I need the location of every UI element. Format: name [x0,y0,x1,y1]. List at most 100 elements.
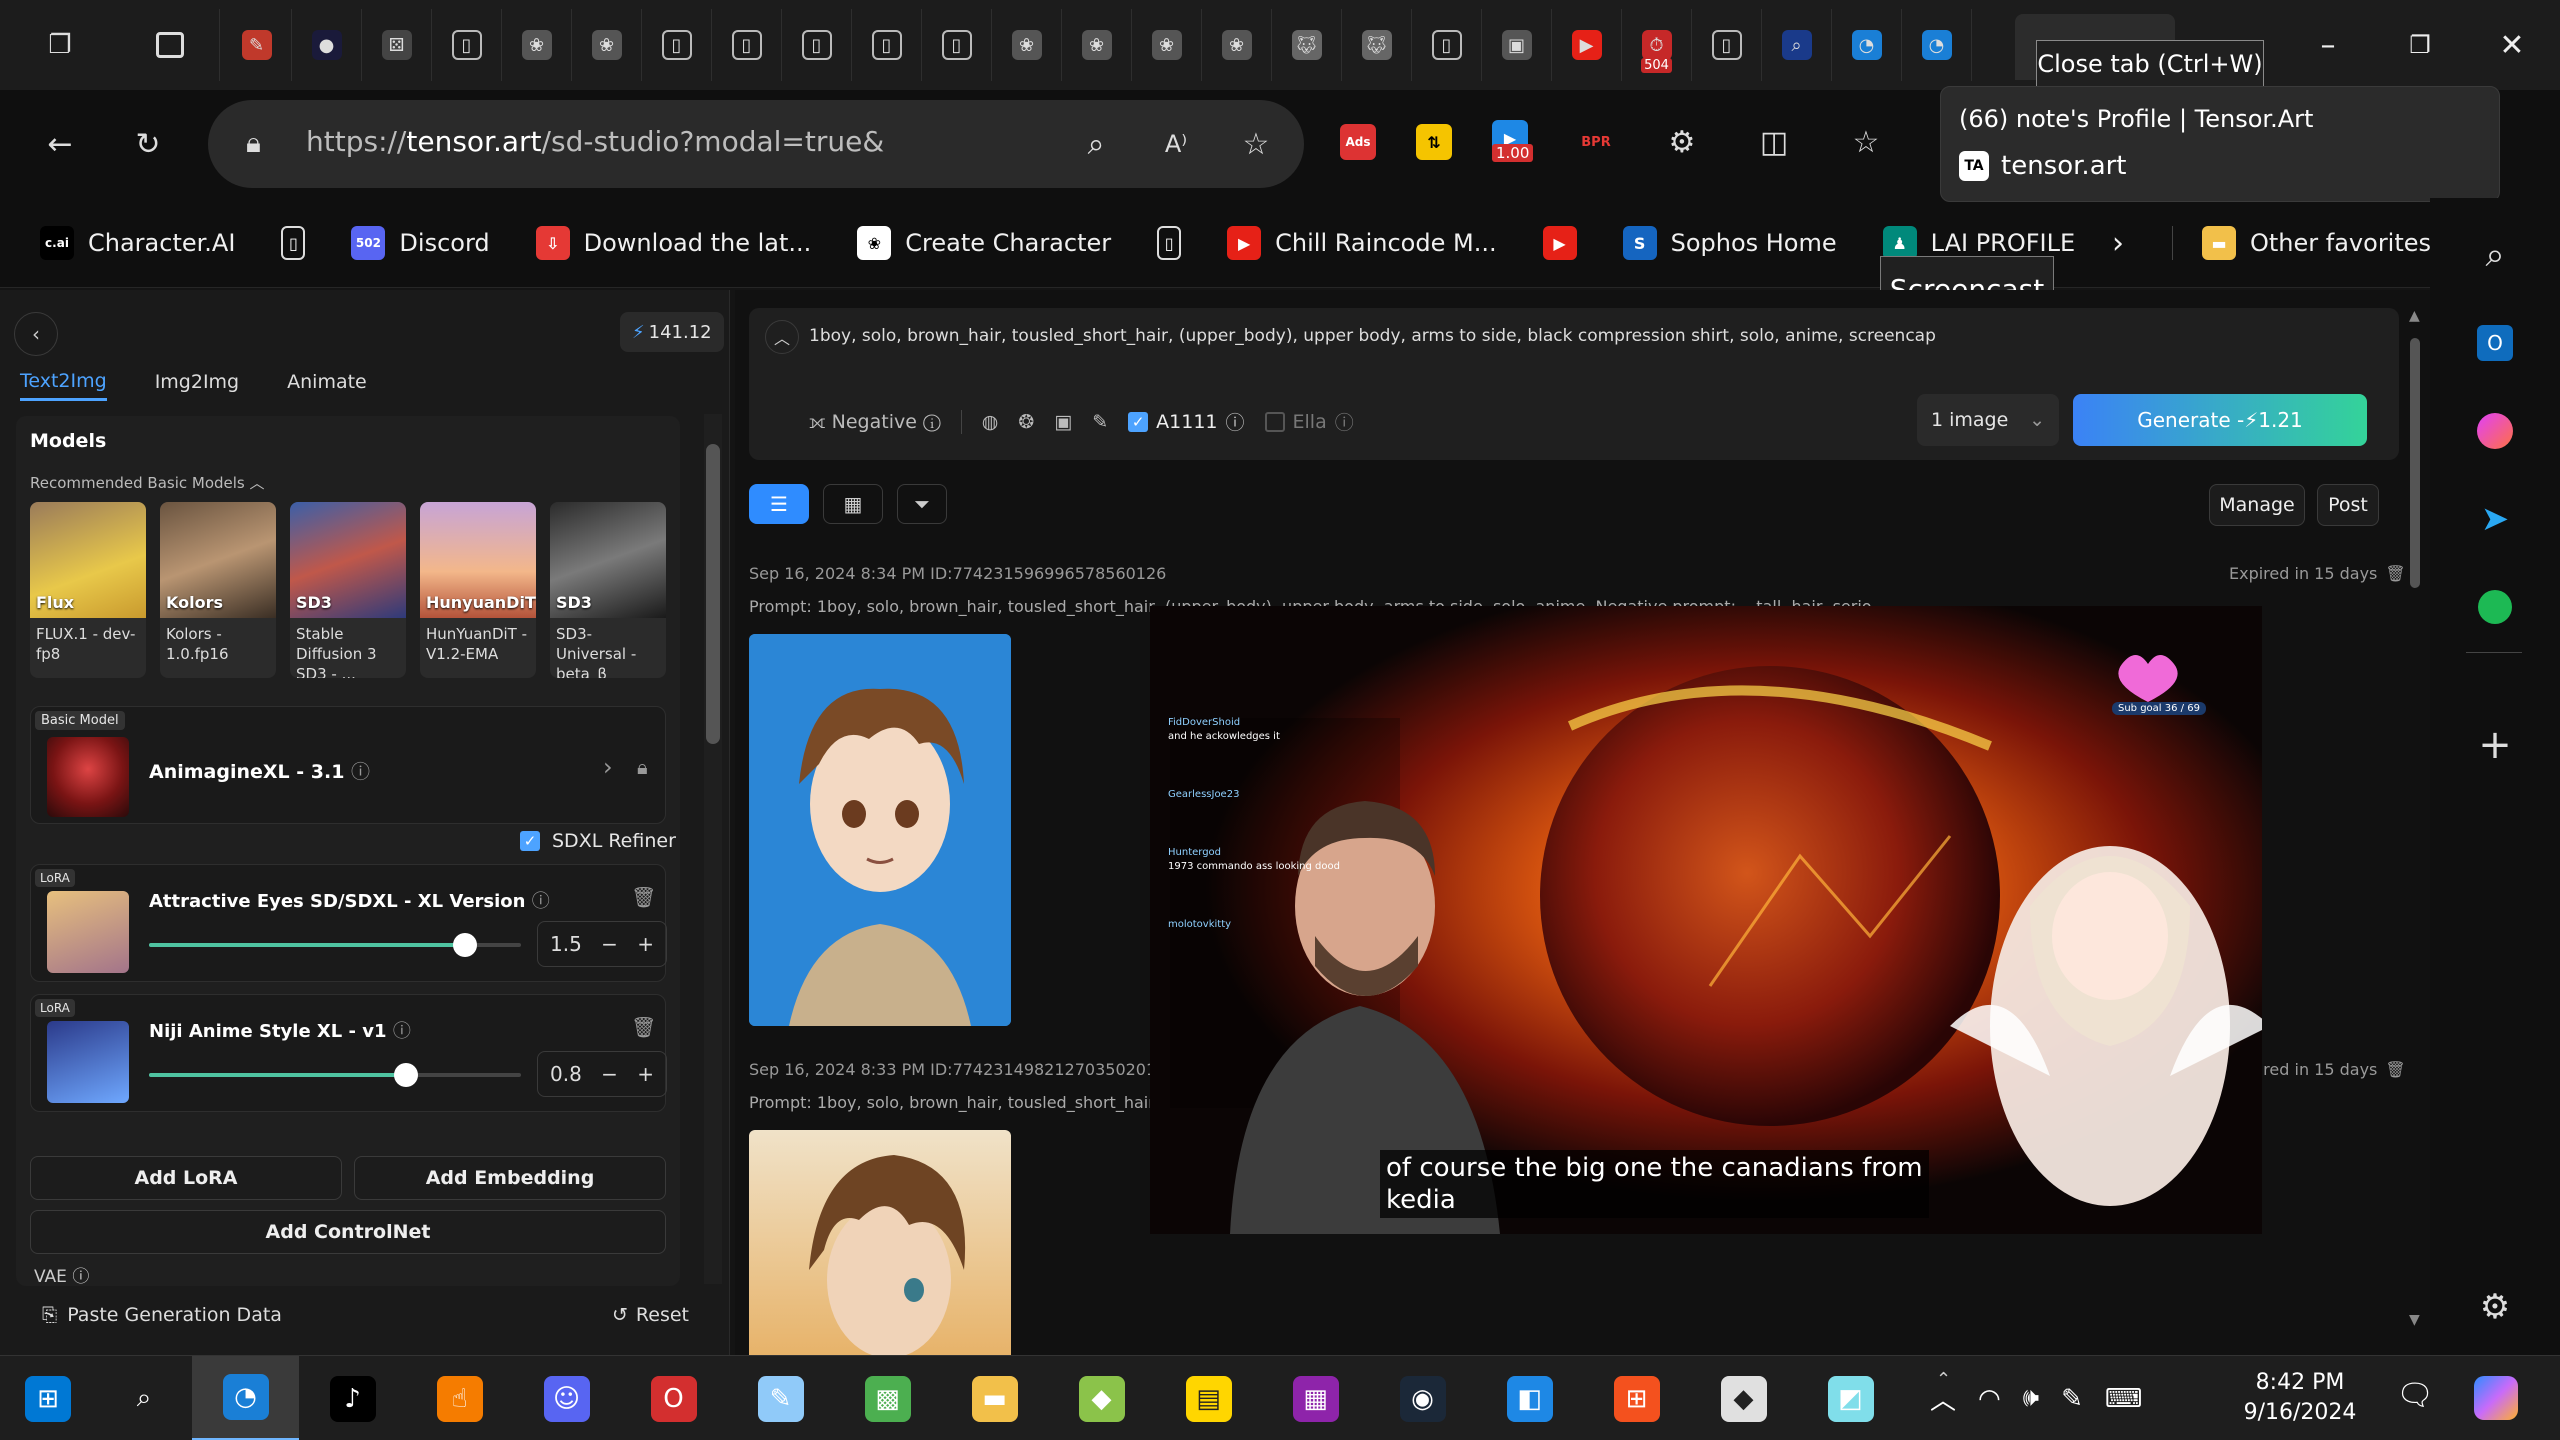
tab-edge-icon[interactable]: ◔ [1832,9,1902,81]
filter-icon[interactable]: ⏷ [897,484,947,524]
taskbar-app[interactable]: ✎ [727,1356,834,1440]
taskbar-app[interactable]: ▦ [1262,1356,1369,1440]
minus-icon[interactable]: − [601,1062,618,1086]
favorite-item[interactable]: ▶ Chill Raincode M... [1227,198,1497,288]
copilot-designer-icon[interactable] [2430,388,2560,474]
a1111-checkbox[interactable]: ✓ A1111 ⓘ [1128,408,1245,435]
zoom-icon[interactable]: ⌕ [1070,118,1122,170]
tab-dice-icon[interactable]: ⚄ [362,9,432,81]
favorite-star-icon[interactable]: ☆ [1230,118,1282,170]
stepper-value[interactable]: 0.8 [550,1062,582,1086]
outlook-icon[interactable]: O [2430,300,2560,386]
recommended-models-toggle[interactable]: Recommended Basic Models ︿ [30,472,265,493]
lora-weight-slider[interactable] [149,933,521,957]
lock-icon[interactable]: 🔒︎ [637,755,648,779]
plus-icon[interactable]: + [637,1062,654,1086]
tab-doc-icon[interactable]: ▯ [642,9,712,81]
minimize-button[interactable]: – [2282,0,2374,90]
taskbar-app[interactable]: ◧ [1476,1356,1583,1440]
chevron-right-icon[interactable]: › [603,753,613,781]
favorite-item[interactable]: ▶ [1542,198,1577,288]
favorite-item[interactable]: ❀ Create Character [857,198,1111,288]
tab-openai-icon[interactable]: ❀ [572,9,642,81]
taskbar-app[interactable]: ☝ [406,1356,513,1440]
trash-icon[interactable]: 🗑︎ [2385,1060,2405,1079]
tab-animate[interactable]: Animate [287,371,367,399]
paste-generation-data-button[interactable]: ⎘ Paste Generation Data [42,1304,282,1326]
prompt-text[interactable]: 1boy, solo, brown_hair, tousled_short_ha… [809,326,2369,346]
prompt-box[interactable]: ︿ 1boy, solo, brown_hair, tousled_short_… [749,308,2399,460]
notification-icon[interactable]: 🗨︎ [2396,1378,2434,1413]
info-icon[interactable]: ⓘ [393,1021,411,1042]
content-scrollbar[interactable]: ▲ ▼ [2405,308,2425,1338]
generated-image[interactable] [749,634,1011,1026]
minus-icon[interactable]: − [601,932,618,956]
collapse-panel-button[interactable]: ‹ [14,312,58,356]
tab-openai-icon[interactable]: ❀ [1132,9,1202,81]
address-bar[interactable]: 🔒︎ https://tensor.art/sd-studio?modal=tr… [208,100,1304,188]
tab-search-icon[interactable]: ⌕ [1762,9,1832,81]
pen-icon[interactable]: ✎ [2061,1384,2083,1414]
tab-text2img[interactable]: Text2Img [20,370,107,401]
back-icon[interactable]: ← [34,118,86,170]
taskbar-app[interactable]: ▤ [1155,1356,1262,1440]
sdxl-refiner-checkbox[interactable]: ✓ SDXL Refiner [520,830,676,852]
tab-doc-icon[interactable]: ▯ [922,9,992,81]
ella-checkbox[interactable]: Ella ⓘ [1264,408,1354,435]
favorite-item[interactable]: c.ai Character.AI [40,198,235,288]
image-count-select[interactable]: 1 image ⌄ [1917,394,2059,446]
taskbar-app[interactable]: ◩ [1797,1356,1904,1440]
model-card[interactable]: SD3 SD3-Universal - beta_β [550,502,666,678]
tab-doc-icon[interactable]: ▯ [1412,9,1482,81]
basic-model-selector[interactable]: Basic Model AnimagineXL - 3.1 ⓘ › 🔒︎ [30,706,666,824]
copilot-icon[interactable] [2474,1376,2518,1420]
tab-openai-icon[interactable]: ❀ [992,9,1062,81]
info-icon[interactable]: ⓘ [532,891,550,912]
taskbar-clock[interactable]: 8:42 PM 9/16/2024 [2240,1368,2360,1428]
globe-icon[interactable]: ◍ [982,411,999,433]
tab-wolf-icon[interactable]: 🐺︎ [1272,9,1342,81]
taskbar-scroll-icon[interactable]: ⌃ [1936,1364,1951,1396]
workspaces-icon[interactable]: ❐ [0,9,120,81]
favorite-item[interactable]: ▯ [281,198,306,288]
grid-view-icon[interactable]: ▦ [823,484,883,524]
generated-image[interactable] [749,1130,1011,1355]
taskbar-app[interactable]: ⌕ [96,1356,192,1440]
tab-openai-icon[interactable]: ❀ [1202,9,1272,81]
bpr-extension-icon[interactable]: BPR [1576,125,1616,159]
tab-openai-icon[interactable]: ❀ [1062,9,1132,81]
manage-button[interactable]: Manage [2209,484,2305,526]
image-icon[interactable]: ▣ [1054,411,1072,433]
taskbar-app[interactable]: ◔ [192,1356,299,1440]
keyboard-icon[interactable]: ⌨ [2105,1384,2143,1414]
lora-weight-stepper[interactable]: 0.8 − + [537,1051,667,1097]
scroll-up-icon[interactable]: ▲ [2409,308,2420,324]
close-window-button[interactable]: ✕ [2466,0,2558,90]
speed-extension-icon[interactable]: ▶ 1.00 [1492,120,1536,164]
stepper-value[interactable]: 1.5 [550,932,582,956]
tab-img2img[interactable]: Img2Img [155,371,239,399]
wifi-icon[interactable]: ◠ [1978,1384,2001,1414]
model-card[interactable]: Flux FLUX.1 - dev-fp8 [30,502,146,678]
taskbar-app[interactable]: ☺ [513,1356,620,1440]
taskbar-app[interactable]: O [620,1356,727,1440]
tab-circle-icon[interactable]: ● [292,9,362,81]
magic-wand-icon[interactable]: ✎ [1092,411,1108,433]
settings-wheel-icon[interactable]: ❂ [1018,411,1034,433]
tab-doc-icon[interactable]: ▯ [852,9,922,81]
lora-weight-stepper[interactable]: 1.5 − + [537,921,667,967]
taskbar-app[interactable]: ♪ [299,1356,406,1440]
taskbar-app[interactable]: ▩ [834,1356,941,1440]
gear-icon[interactable]: ⚙ [2430,1264,2560,1350]
restore-button[interactable]: ❐ [2374,0,2466,90]
tab-actions-icon[interactable] [120,9,220,81]
tab-stopwatch-icon[interactable]: ⏱ 504 [1622,9,1692,81]
slider-knob[interactable] [393,1063,418,1087]
negative-toggle[interactable]: ⟗ Negative ⓘ [809,411,941,433]
favorites-more-chevron-icon[interactable]: › [2112,198,2124,288]
slider-knob[interactable] [453,933,478,957]
arrows-extension-icon[interactable]: ⇅ [1416,124,1452,160]
add-embedding-button[interactable]: Add Embedding [354,1156,666,1200]
volume-icon[interactable]: 🕪︎ [2023,1383,2039,1414]
model-card[interactable]: Kolors Kolors - 1.0.fp16 [160,502,276,678]
